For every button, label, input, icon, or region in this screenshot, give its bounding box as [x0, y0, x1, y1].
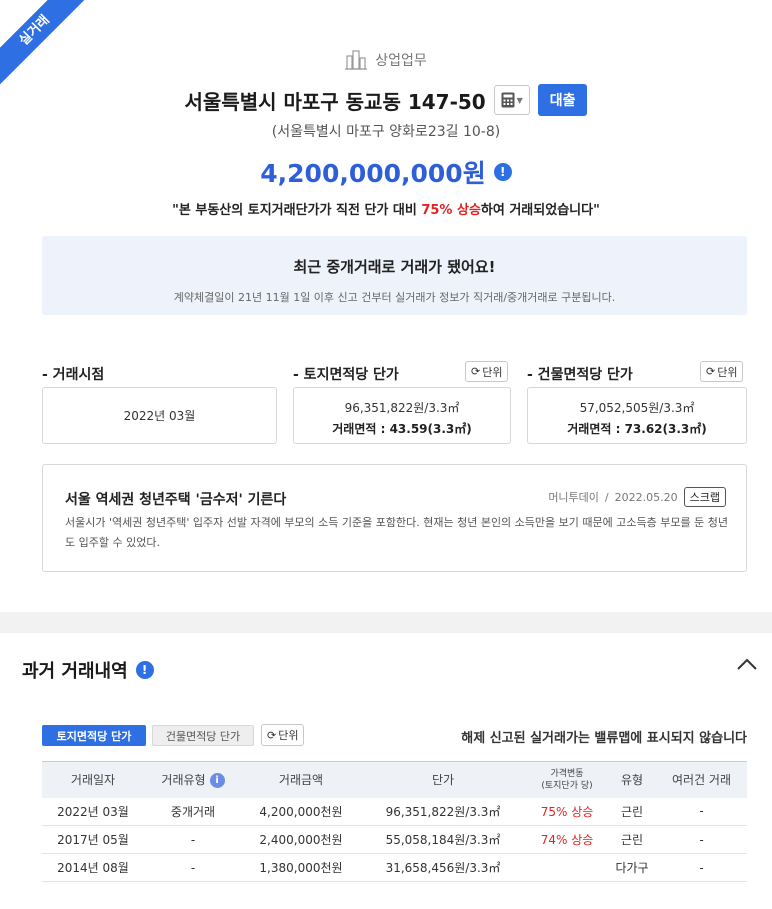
chevron-up-icon[interactable]	[736, 656, 758, 672]
news-title[interactable]: 서울 역세권 청년주택 '금수저' 기른다	[65, 489, 286, 509]
info-icon[interactable]: !	[135, 661, 154, 679]
news-source: 머니투데이	[548, 491, 599, 504]
unit-label: 단위	[482, 365, 503, 379]
news-date: 2022.05.20	[614, 490, 678, 504]
rise-highlight: 75% 상승	[421, 203, 481, 218]
col-change-line1: 가격변동	[550, 768, 584, 779]
notice-subtitle: 계약체결일이 21년 11월 1일 이후 신고 건부터 실거래가 정보가 직거래…	[173, 291, 616, 304]
cell-unit-price: 55,058,184원/3.3㎡	[360, 825, 526, 854]
col-multi: 여러건 거래	[656, 761, 747, 798]
table-header-row: 거래일자 거래유형 i 거래금액 단가 가격변동 (토지단가 당) 유형 여러건 거…	[42, 761, 747, 798]
news-separator: /	[604, 490, 609, 504]
building-unit-price-box: 57,052,505원/3.3㎡ 거래면적 : 73.62(3.3㎡)	[527, 387, 747, 444]
building-unit-price-label: - 건물면적당 단가	[527, 367, 633, 383]
table-row: 2017년 05월 - 2,400,000천원 55,058,184원/3.3㎡…	[42, 825, 747, 854]
category-row: 상업업무	[0, 50, 772, 70]
history-note: 해제 신고된 실거래가는 밸류맵에 표시되지 않습니다	[461, 731, 747, 746]
news-body: 서울시가 '역세권 청년주택' 입주자 선발 자격에 부모의 소득 기준을 포함…	[65, 516, 728, 549]
section-divider	[0, 612, 772, 633]
refresh-icon: ⟳	[471, 365, 481, 378]
tab-building-unit-price[interactable]: 건물면적당 단가	[152, 725, 254, 746]
rise-suffix: 하여 거래되었습니다"	[480, 203, 600, 218]
cell-multi: -	[656, 797, 747, 826]
news-card[interactable]: 서울 역세권 청년주택 '금수저' 기른다 머니투데이 / 2022.05.20…	[42, 464, 747, 572]
cell-kind: 근린	[608, 797, 656, 826]
news-meta: 머니투데이 / 2022.05.20 스크랩	[548, 487, 726, 507]
property-summary: 상업업무 서울특별시 마포구 동교동 147-50 ▼ 대출 (서울특별시 마포…	[0, 0, 772, 612]
unit-label: 단위	[278, 729, 299, 742]
cell-unit-price: 31,658,456원/3.3㎡	[360, 853, 526, 882]
refresh-icon: ⟳	[706, 365, 716, 378]
cell-change: 74% 상승	[526, 825, 608, 854]
col-unit-price: 단가	[360, 761, 526, 798]
col-type: 거래유형 i	[144, 761, 242, 798]
cell-date: 2017년 05월	[42, 825, 144, 854]
cell-date: 2014년 08월	[42, 853, 144, 882]
building-area-value: 거래면적 : 73.62(3.3㎡)	[567, 422, 707, 436]
refresh-icon: ⟳	[267, 728, 277, 742]
cell-type: -	[144, 853, 242, 882]
building-icon	[345, 50, 368, 70]
history-table: 거래일자 거래유형 i 거래금액 단가 가격변동 (토지단가 당) 유형 여러건 거…	[42, 761, 747, 882]
table-row: 2014년 08월 - 1,380,000천원 31,658,456원/3.3㎡…	[42, 853, 747, 882]
address-row: 서울특별시 마포구 동교동 147-50 ▼ 대출	[0, 84, 772, 116]
building-unit-price-value: 57,052,505원/3.3㎡	[579, 401, 695, 415]
info-icon[interactable]: i	[209, 773, 225, 789]
loan-button[interactable]: 대출	[537, 84, 588, 116]
calculator-icon	[501, 92, 515, 108]
scrap-button[interactable]: 스크랩	[683, 487, 726, 507]
cell-type: 중개거래	[144, 797, 242, 826]
category-label: 상업업무	[375, 53, 427, 69]
building-unit-toggle-button[interactable]: ⟳ 단위	[700, 361, 744, 382]
cell-unit-price: 96,351,822원/3.3㎡	[360, 797, 526, 826]
history-title: 과거 거래내역	[22, 661, 128, 682]
land-unit-toggle-button[interactable]: ⟳ 단위	[465, 361, 509, 382]
col-type-label: 거래유형	[161, 773, 206, 788]
cell-change	[526, 853, 608, 882]
cell-multi: -	[656, 825, 747, 854]
notice-title: 최근 중개거래로 거래가 됐어요!	[293, 258, 496, 276]
transaction-date-box: 2022년 03월	[42, 387, 277, 444]
transaction-price: 4,200,000,000원	[260, 159, 486, 188]
cell-amount: 4,200,000천원	[242, 797, 360, 826]
transaction-date-value: 2022년 03월	[123, 409, 196, 423]
col-date: 거래일자	[42, 761, 144, 798]
lot-address: 서울특별시 마포구 동교동 147-50	[184, 89, 486, 114]
price-rise-message: "본 부동산의 토지거래단가가 직전 단가 대비 75% 상승하여 거래되었습니…	[0, 199, 772, 218]
cell-amount: 1,380,000천원	[242, 853, 360, 882]
cell-type: -	[144, 825, 242, 854]
transaction-date-label: - 거래시점	[42, 367, 105, 383]
land-unit-price-value: 96,351,822원/3.3㎡	[344, 401, 460, 415]
cell-date: 2022년 03월	[42, 797, 144, 826]
col-kind: 유형	[608, 761, 656, 798]
col-change-line2: (토지단가 당)	[541, 780, 593, 791]
road-address: (서울특별시 마포구 양화로23길 10-8)	[271, 124, 501, 140]
price-row: 4,200,000,000원 !	[0, 154, 772, 190]
cell-multi: -	[656, 853, 747, 882]
table-row: 2022년 03월 중개거래 4,200,000천원 96,351,822원/3…	[42, 797, 747, 826]
chevron-down-icon: ▼	[516, 95, 523, 105]
land-unit-price-box: 96,351,822원/3.3㎡ 거래면적 : 43.59(3.3㎡)	[293, 387, 511, 444]
unit-label: 단위	[717, 365, 738, 379]
col-amount: 거래금액	[242, 761, 360, 798]
history-unit-toggle-button[interactable]: ⟳ 단위	[261, 724, 305, 746]
info-icon[interactable]: !	[493, 163, 512, 181]
rise-prefix: "본 부동산의 토지거래단가가 직전 단가 대비	[172, 203, 422, 218]
col-change: 가격변동 (토지단가 당)	[526, 761, 608, 798]
calculator-dropdown-button[interactable]: ▼	[493, 85, 530, 115]
cell-change: 75% 상승	[526, 797, 608, 826]
cell-amount: 2,400,000천원	[242, 825, 360, 854]
land-area-value: 거래면적 : 43.59(3.3㎡)	[332, 422, 472, 436]
land-unit-price-label: - 토지면적당 단가	[293, 367, 399, 383]
cell-kind: 근린	[608, 825, 656, 854]
tab-land-unit-price[interactable]: 토지면적당 단가	[42, 725, 146, 746]
brokered-notice: 최근 중개거래로 거래가 됐어요! 계약체결일이 21년 11월 1일 이후 신…	[42, 236, 747, 315]
history-header: 과거 거래내역 !	[22, 657, 154, 683]
cell-kind: 다가구	[608, 853, 656, 882]
